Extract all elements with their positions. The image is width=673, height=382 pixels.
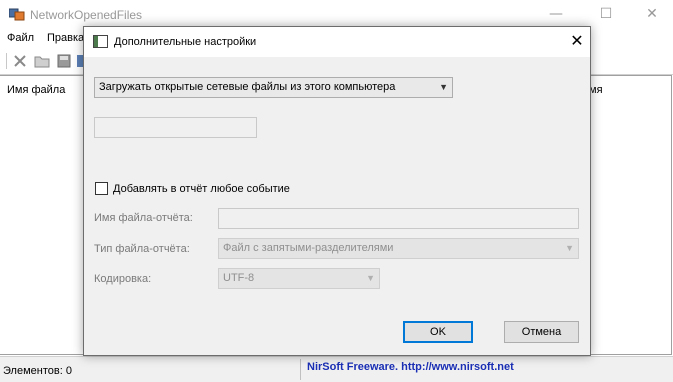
log-file-field[interactable] xyxy=(218,208,579,229)
dialog-icon xyxy=(93,35,108,48)
log-checkbox[interactable] xyxy=(95,182,108,195)
menu-file[interactable]: Файл xyxy=(7,32,34,44)
encoding-select-value: UTF-8 xyxy=(223,272,255,284)
save-icon[interactable] xyxy=(55,52,73,70)
encoding-select[interactable]: UTF-8 ▼ xyxy=(218,268,380,289)
log-file-label: Имя файла-отчёта: xyxy=(94,212,193,224)
log-checkbox-label[interactable]: Добавлять в отчёт любое событие xyxy=(113,183,290,195)
advanced-options-dialog: Дополнительные настройки ✕ Загружать отк… xyxy=(83,26,591,356)
source-select-value: Загружать открытые сетевые файлы из этог… xyxy=(99,81,396,93)
ok-button[interactable]: OK xyxy=(403,321,473,343)
close-icon[interactable]: ✕ xyxy=(629,0,673,29)
app-icon xyxy=(9,8,25,21)
open-folder-icon[interactable] xyxy=(33,52,51,70)
column-header-filename[interactable]: Имя файла xyxy=(7,84,65,96)
remote-computer-field[interactable] xyxy=(94,117,257,138)
dialog-title-bar: Дополнительные настройки ✕ xyxy=(84,27,590,57)
nirsoft-link[interactable]: NirSoft Freeware. http://www.nirsoft.net xyxy=(307,361,514,373)
column-header-name[interactable]: мя xyxy=(589,84,603,96)
log-type-label: Тип файла-отчёта: xyxy=(94,243,190,255)
cancel-button[interactable]: Отмена xyxy=(504,321,579,343)
log-type-select-value: Файл с запятыми-разделителями xyxy=(223,242,394,254)
dialog-title: Дополнительные настройки xyxy=(114,36,257,48)
encoding-label: Кодировка: xyxy=(94,273,152,285)
dialog-close-icon[interactable]: ✕ xyxy=(567,31,587,51)
maximize-icon[interactable]: ☐ xyxy=(583,0,629,29)
status-bar: Элементов: 0 NirSoft Freeware. http://ww… xyxy=(0,356,673,382)
chevron-down-icon: ▼ xyxy=(565,243,574,253)
delete-icon[interactable] xyxy=(11,52,29,70)
app-title: NetworkOpenedFiles xyxy=(30,8,143,22)
chevron-down-icon: ▼ xyxy=(366,273,375,283)
minimize-icon[interactable]: — xyxy=(533,0,579,29)
chevron-down-icon: ▼ xyxy=(439,82,448,92)
source-select[interactable]: Загружать открытые сетевые файлы из этог… xyxy=(94,77,453,98)
status-item-count: Элементов: 0 xyxy=(3,365,72,377)
main-title-bar: NetworkOpenedFiles — ☐ ✕ xyxy=(0,0,673,29)
log-type-select[interactable]: Файл с запятыми-разделителями ▼ xyxy=(218,238,579,259)
menu-edit[interactable]: Правка xyxy=(47,32,84,44)
toolbar-separator xyxy=(6,53,7,69)
status-divider xyxy=(300,359,301,380)
